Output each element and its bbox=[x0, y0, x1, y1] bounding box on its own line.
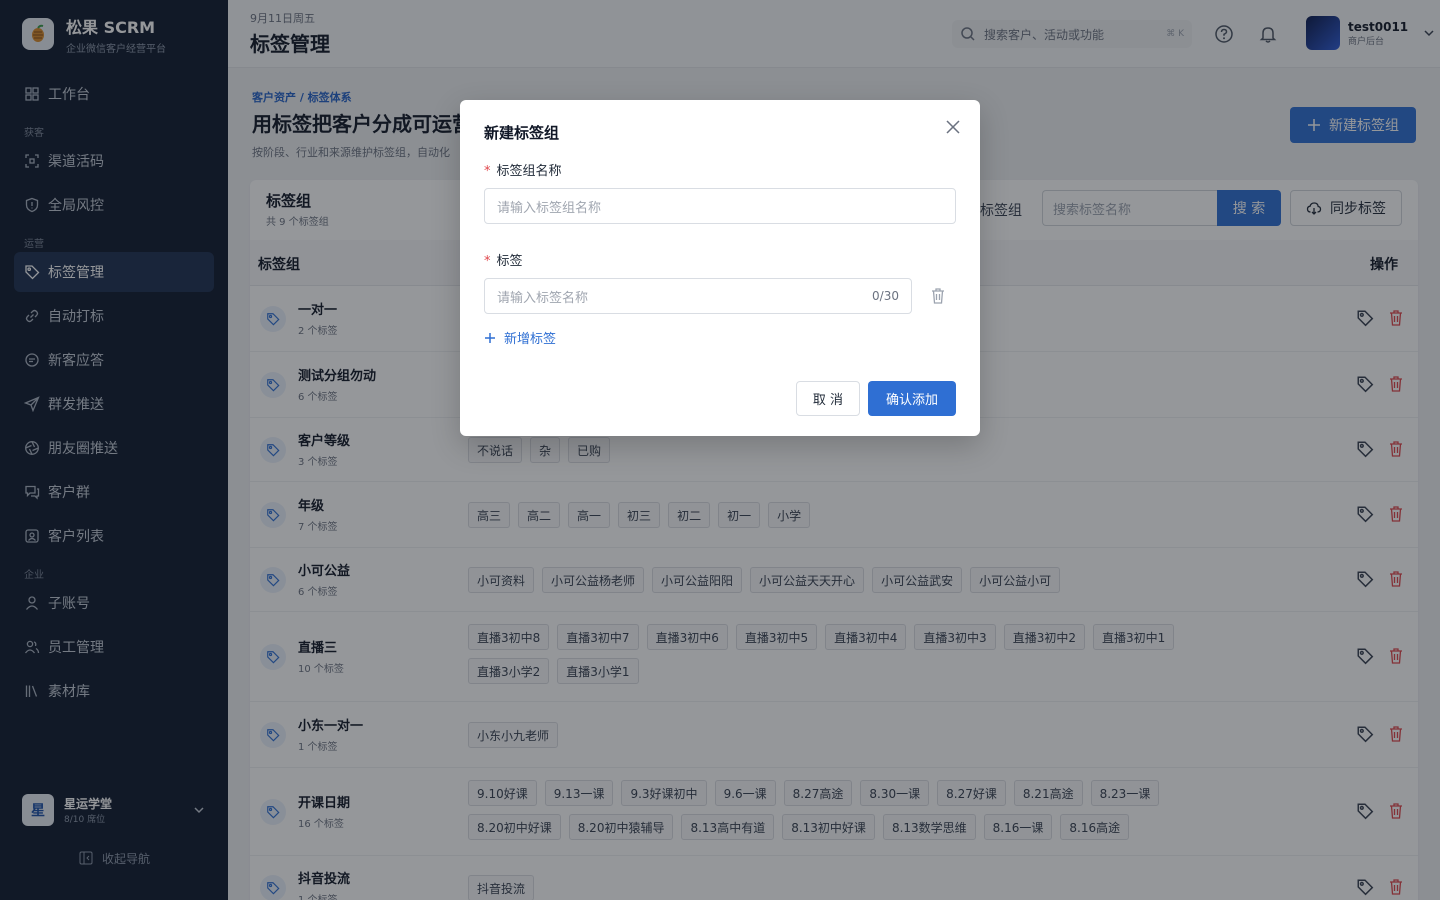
new-tag-group-dialog: 新建标签组 * 标签组名称 请输入标签组名称 * 标签 请输入标签名称 0/30 新… bbox=[460, 100, 980, 436]
cancel-button[interactable]: 取 消 bbox=[796, 381, 860, 416]
dialog-close-button[interactable] bbox=[946, 120, 960, 134]
required-mark: * bbox=[484, 164, 491, 179]
required-mark: * bbox=[484, 254, 491, 269]
add-tag-label: 新增标签 bbox=[504, 332, 557, 347]
dialog-title: 新建标签组 bbox=[484, 124, 560, 142]
add-tag-button[interactable]: 新增标签 bbox=[484, 328, 556, 347]
tag-label-text: 标签 bbox=[496, 254, 523, 269]
delete-tag-button[interactable] bbox=[930, 287, 946, 305]
tag-name-input[interactable]: 请输入标签名称 0/30 bbox=[484, 278, 912, 314]
tag-name-placeholder: 请输入标签名称 bbox=[497, 290, 589, 306]
confirm-add-button[interactable]: 确认添加 bbox=[868, 381, 956, 416]
group-name-label: * 标签组名称 bbox=[484, 160, 562, 179]
tag-char-counter: 0/30 bbox=[872, 289, 899, 303]
group-name-label-text: 标签组名称 bbox=[496, 164, 562, 179]
group-name-input[interactable]: 请输入标签组名称 bbox=[484, 188, 956, 224]
plus-icon bbox=[485, 332, 495, 343]
close-icon bbox=[946, 120, 960, 134]
trash-icon bbox=[932, 288, 944, 304]
tag-label: * 标签 bbox=[484, 250, 523, 269]
